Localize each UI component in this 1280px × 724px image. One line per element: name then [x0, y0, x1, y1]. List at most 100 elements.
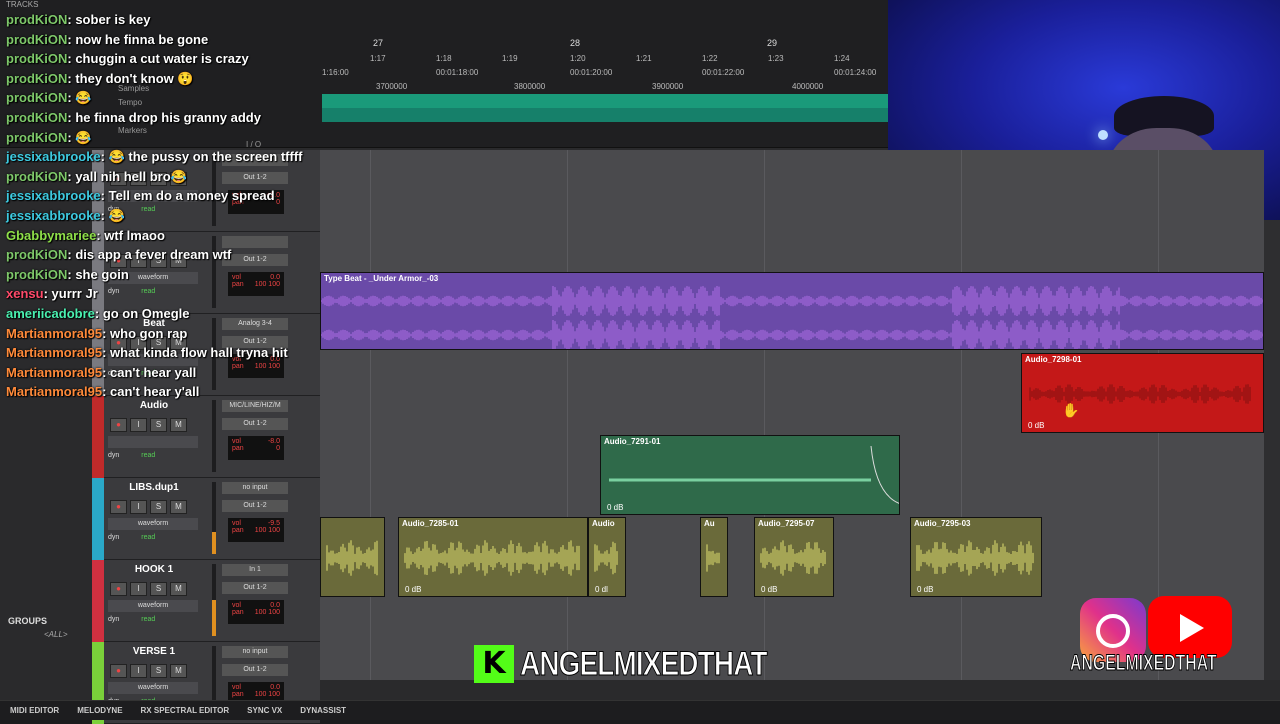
audio-red-clip[interactable]: Audio_7298-01 0 dB	[1021, 353, 1264, 433]
beat-label: 1:24	[834, 54, 850, 63]
hook-clip[interactable]	[320, 517, 385, 597]
samples-value: 3700000	[376, 82, 408, 91]
chat-username: jessixabbrooke	[6, 149, 101, 165]
mute-button[interactable]: M	[170, 664, 187, 678]
chat-username: Martianmoral95	[6, 345, 103, 361]
clip-gain: 0 dB	[1028, 421, 1045, 430]
chat-username: prodKiON	[6, 90, 68, 106]
output-selector[interactable]: Out 1-2	[222, 582, 288, 594]
tempo-lane[interactable]	[322, 94, 888, 108]
bottombar-tab[interactable]: RX SPECTRAL EDITOR	[141, 706, 230, 715]
bottombar-tab[interactable]: SYNC VX	[247, 706, 282, 715]
automation-mode[interactable]: dyn read	[108, 616, 155, 623]
vol-value: 0.0	[270, 602, 280, 609]
beat-label: 1:22	[702, 54, 718, 63]
chat-message: prodKiON: they don't know 😲	[6, 69, 336, 89]
track-meter	[212, 482, 216, 554]
beat-label: 1:17	[370, 54, 386, 63]
output-selector[interactable]: Out 1-2	[222, 500, 288, 512]
hook-clip[interactable]: Audio 0 dl	[588, 517, 626, 597]
mute-button[interactable]: M	[170, 582, 187, 596]
pan-value: 100 100	[254, 691, 280, 698]
vertical-scrollbar[interactable]	[1264, 220, 1280, 680]
bottombar-tab[interactable]: MIDI EDITOR	[10, 706, 59, 715]
clip-gain: 0 dl	[595, 585, 608, 594]
clip-name: Au	[704, 519, 715, 528]
chat-text: : Tell em do a money spread	[100, 188, 275, 204]
track-name[interactable]: HOOK 1	[112, 564, 196, 575]
bar-label: 29	[767, 38, 778, 48]
solo-button[interactable]: S	[150, 664, 167, 678]
clip-name: Type Beat - _Under Armor_-03	[324, 274, 439, 283]
input-monitor-button[interactable]: I	[130, 664, 147, 678]
track-view-selector[interactable]: waveform	[108, 600, 198, 612]
track-audio[interactable]: Audio ● I S Mdyn read MIC/LINE/HIZ/M Out 1-2 vol…	[92, 396, 320, 478]
chat-username: Gbabbymariee	[6, 227, 97, 243]
bottombar-tab[interactable]: MELODYNE	[77, 706, 122, 715]
track-view-selector[interactable]	[108, 436, 198, 448]
volume-pan-display[interactable]: vol -8.0 pan 0	[228, 436, 284, 460]
record-button[interactable]: ●	[110, 418, 127, 432]
timecode-label: 00:01:22:00	[702, 68, 745, 77]
marker-lane[interactable]	[322, 108, 888, 122]
record-button[interactable]: ●	[110, 500, 127, 514]
input-selector[interactable]: In 1	[222, 564, 288, 576]
input-selector[interactable]: no input	[222, 646, 288, 658]
input-selector[interactable]: no input	[222, 482, 288, 494]
track-color-strip	[92, 396, 104, 478]
chat-username: prodKiON	[6, 266, 68, 282]
samples-value: 4000000	[792, 82, 824, 91]
hook-clip[interactable]: Au	[700, 517, 728, 597]
samples-value: 3900000	[652, 82, 684, 91]
automation-mode[interactable]: dyn read	[108, 534, 155, 541]
mute-button[interactable]: M	[170, 500, 187, 514]
mute-button[interactable]: M	[170, 418, 187, 432]
beat-label: 1:18	[436, 54, 452, 63]
chat-message: prodKiON: now he finna be gone	[6, 30, 336, 50]
chat-username: prodKiON	[6, 247, 68, 263]
hook-clip[interactable]: Audio_7295-03 0 dB	[910, 517, 1042, 597]
social-handle: ANGELMIXEDTHAT	[1070, 650, 1217, 676]
track-color-strip	[92, 560, 104, 642]
track-meter	[212, 400, 216, 472]
read-label: read	[141, 452, 156, 459]
chat-text: : 😂 the pussy on the screen tffff	[100, 149, 303, 165]
chat-text: : can't hear y'all	[102, 384, 200, 400]
track-libs-dup1[interactable]: LIBS.dup1 ● I S Mwaveform dyn read no input Out …	[92, 478, 320, 560]
track-name[interactable]: LIBS.dup1	[112, 482, 196, 493]
track-view-selector[interactable]: waveform	[108, 682, 198, 694]
timecode-label: 00:01:24:00	[834, 68, 877, 77]
track-name[interactable]: VERSE 1	[112, 646, 196, 657]
record-button[interactable]: ●	[110, 664, 127, 678]
groups-all-item[interactable]: <ALL>	[44, 630, 68, 639]
chat-message: prodKiON: 😂	[6, 88, 336, 108]
solo-button[interactable]: S	[150, 418, 167, 432]
libs-clip[interactable]: Audio_7291-01 0 dB	[600, 435, 900, 515]
hook-waveform	[916, 540, 1034, 576]
track-buttons: ● I S M	[110, 500, 187, 514]
track-hook-1[interactable]: HOOK 1 ● I S Mwaveform dyn read In 1 Out 1-2 vol 0…	[92, 560, 320, 642]
hook-clip[interactable]: Audio_7285-01 0 dB	[398, 517, 588, 597]
bottombar-tab[interactable]: DYNASSIST	[300, 706, 346, 715]
input-monitor-button[interactable]: I	[130, 418, 147, 432]
beat-clip[interactable]: Type Beat - _Under Armor_-03	[320, 272, 1264, 350]
output-selector[interactable]: Out 1-2	[222, 664, 288, 676]
chat-username: Martianmoral95	[6, 325, 103, 341]
track-buttons: ● I S M	[110, 418, 187, 432]
volume-pan-display[interactable]: vol -9.5 pan 100 100	[228, 518, 284, 542]
pan-label: pan	[232, 445, 244, 452]
input-monitor-button[interactable]: I	[130, 500, 147, 514]
clip-name: Audio_7285-01	[402, 519, 459, 528]
record-button[interactable]: ●	[110, 582, 127, 596]
chat-text: : go on Omegle	[94, 305, 190, 321]
chat-message: prodKiON: sober is key	[6, 10, 336, 30]
automation-mode[interactable]: dyn read	[108, 452, 155, 459]
track-view-selector[interactable]: waveform	[108, 518, 198, 530]
chat-username: ameriicadobre	[6, 305, 95, 321]
hook-clip[interactable]: Audio_7295-07 0 dB	[754, 517, 834, 597]
solo-button[interactable]: S	[150, 500, 167, 514]
volume-pan-display[interactable]: vol 0.0 pan 100 100	[228, 600, 284, 624]
output-selector[interactable]: Out 1-2	[222, 418, 288, 430]
input-monitor-button[interactable]: I	[130, 582, 147, 596]
solo-button[interactable]: S	[150, 582, 167, 596]
